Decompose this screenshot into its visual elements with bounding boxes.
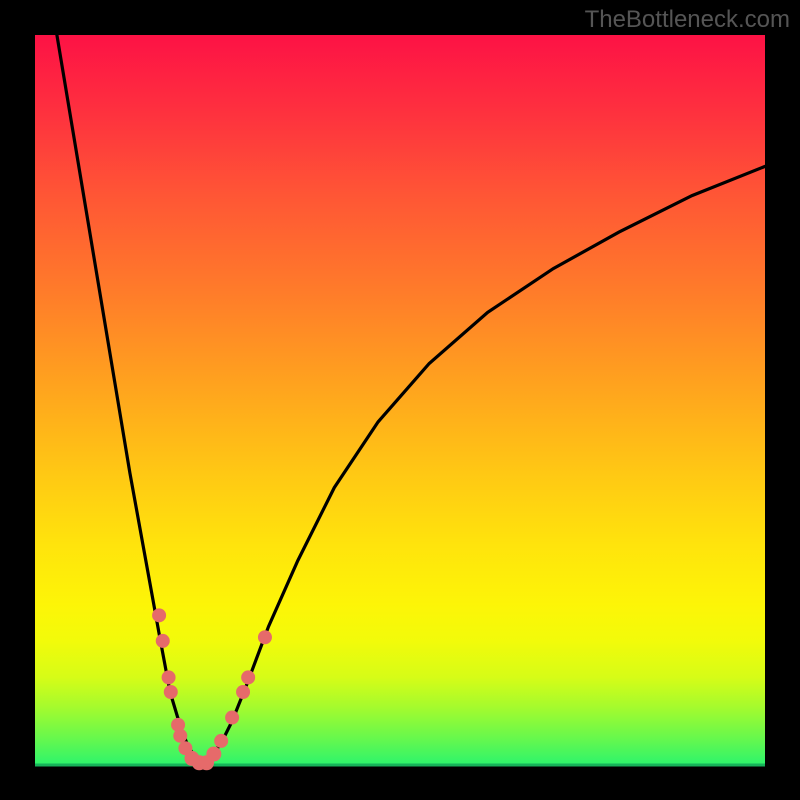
- plot-area: [35, 35, 765, 765]
- highlight-dot: [173, 729, 187, 743]
- highlight-dot: [241, 670, 255, 684]
- highlight-dot: [236, 685, 250, 699]
- highlight-dot: [162, 670, 176, 684]
- curve-layer: [35, 35, 765, 765]
- highlight-dot: [258, 630, 272, 644]
- highlight-dot: [225, 711, 239, 725]
- watermark-text: TheBottleneck.com: [585, 6, 790, 34]
- highlight-dot: [164, 685, 178, 699]
- highlight-dot: [156, 634, 170, 648]
- highlight-dots: [152, 608, 272, 770]
- chart-frame: TheBottleneck.com: [0, 0, 800, 800]
- highlight-dot: [152, 608, 166, 622]
- highlight-dot: [206, 747, 221, 762]
- bottleneck-curve: [57, 35, 765, 765]
- highlight-dot: [214, 734, 228, 748]
